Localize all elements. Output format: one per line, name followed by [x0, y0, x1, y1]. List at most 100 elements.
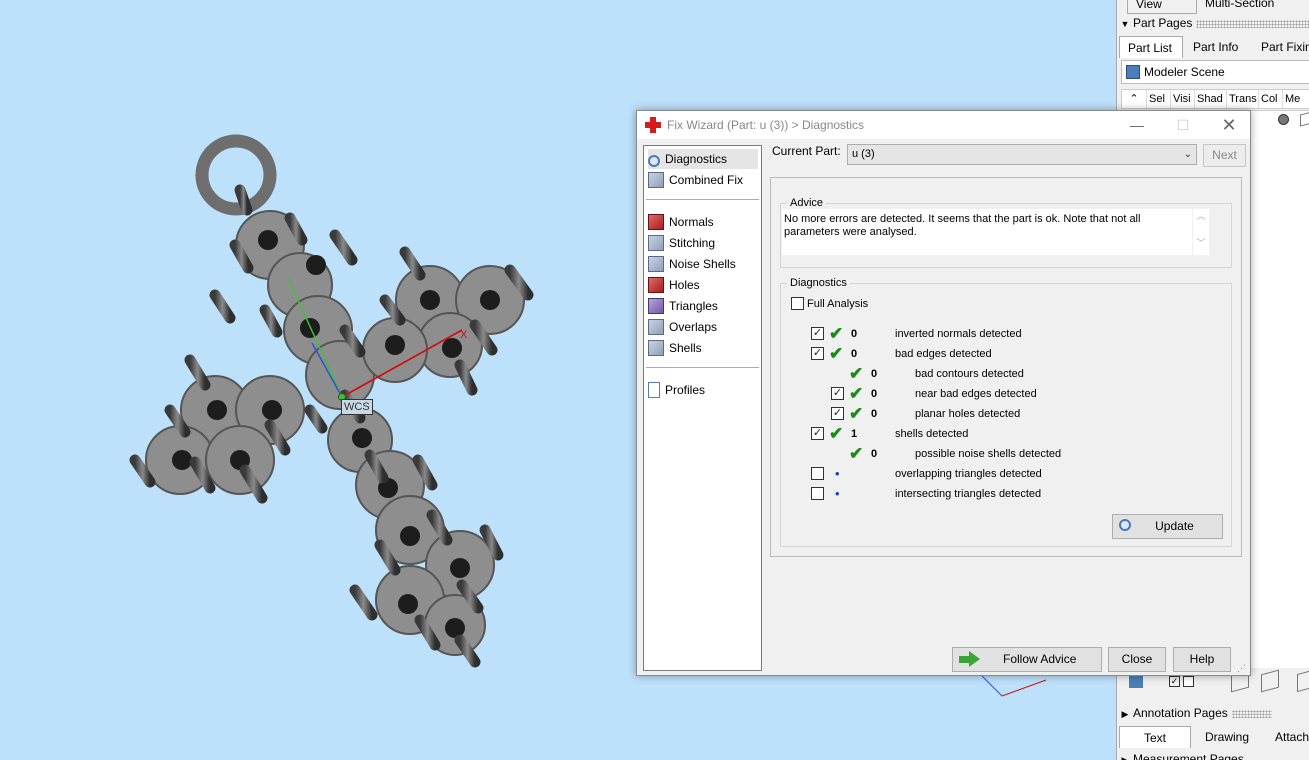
- part-pages-header[interactable]: ▼ Part Pages: [1117, 13, 1309, 33]
- triangles-cube-icon: [648, 298, 664, 314]
- diag-row-bad-edges: ✓ ✔ 0 bad edges detected: [811, 344, 992, 363]
- overlaps-cube-icon: [648, 319, 664, 335]
- stitching-cube-icon: [648, 235, 664, 251]
- diag-row-planar-holes: ✓ ✔ 0 planar holes detected: [831, 404, 1021, 423]
- red-cross-icon: [645, 117, 661, 133]
- cube-icon: [648, 172, 664, 188]
- green-check-icon: ✔: [849, 364, 864, 383]
- full-analysis-label: Full Analysis: [807, 298, 869, 310]
- diagnostics-group-label: Diagnostics: [787, 277, 850, 290]
- close-button[interactable]: Close: [1108, 647, 1166, 672]
- tab-part-fixing[interactable]: Part Fixing: [1253, 36, 1309, 58]
- solid-cube-icon[interactable]: [1261, 669, 1279, 693]
- scene-icon: [1126, 65, 1140, 79]
- row-checkbox[interactable]: ✓: [811, 327, 824, 340]
- color-dot-icon: [1278, 114, 1289, 125]
- axis-x-label: X: [460, 329, 468, 341]
- checked-box-icon[interactable]: ✓: [1169, 676, 1180, 687]
- green-check-icon: ✔: [849, 384, 864, 403]
- part-list-columns: ⌃ Sel Visi Shad Trans Col Me: [1121, 89, 1309, 109]
- expand-triangle-icon: ▶: [1121, 755, 1129, 760]
- nav-shells[interactable]: Shells: [648, 338, 758, 358]
- nav-stitching[interactable]: Stitching: [648, 233, 758, 253]
- row-checkbox[interactable]: [811, 467, 824, 480]
- diag-row-bad-contours: ✔ 0 bad contours detected: [849, 364, 1024, 383]
- axis-gizmo: [981, 675, 1047, 697]
- fix-wizard-dialog: Fix Wizard (Part: u (3)) > Diagnostics —…: [636, 110, 1251, 676]
- nav-overlaps[interactable]: Overlaps: [648, 317, 758, 337]
- minimize-button[interactable]: —: [1114, 111, 1160, 139]
- wizard-nav: Diagnostics Combined Fix Normals Stitchi…: [643, 145, 762, 671]
- help-button[interactable]: Help: [1173, 647, 1231, 672]
- row-checkbox[interactable]: [811, 487, 824, 500]
- green-check-icon: ✔: [849, 404, 864, 423]
- top-tab-row: View Multi-Section: [1117, 0, 1309, 14]
- scene-tree-root[interactable]: Modeler Scene: [1121, 60, 1309, 84]
- update-button[interactable]: Update: [1112, 514, 1223, 539]
- tab-attach[interactable]: Attach: [1267, 726, 1309, 748]
- green-check-icon: ✔: [829, 424, 844, 443]
- title-bar[interactable]: Fix Wizard (Part: u (3)) > Diagnostics —…: [637, 111, 1250, 139]
- diagnostics-panel: Advice No more errors are detected. It s…: [770, 177, 1242, 557]
- cross-model: X: [129, 134, 534, 668]
- follow-advice-button[interactable]: Follow Advice: [952, 647, 1102, 672]
- tab-view[interactable]: View: [1127, 0, 1197, 14]
- diag-row-shells: ✓ ✔ 1 shells detected: [811, 424, 969, 443]
- diag-row-inverted-normals: ✓ ✔ 0 inverted normals detected: [811, 324, 1022, 343]
- nav-holes[interactable]: Holes: [648, 275, 758, 295]
- row-checkbox[interactable]: ✓: [811, 347, 824, 360]
- tab-part-info[interactable]: Part Info: [1185, 36, 1255, 58]
- chevron-down-icon: ⌄: [1183, 149, 1192, 160]
- part-blue-icon[interactable]: [1129, 674, 1143, 688]
- current-part-label: Current Part:: [772, 144, 841, 158]
- green-check-icon: ✔: [829, 344, 844, 363]
- blue-dot-icon: •: [835, 486, 840, 501]
- annotation-pages-header[interactable]: ▶ Annotation Pages: [1117, 703, 1309, 723]
- resize-grip-icon[interactable]: ⋰: [1237, 663, 1246, 674]
- next-button[interactable]: Next: [1203, 144, 1246, 167]
- diag-row-near-bad-edges: ✓ ✔ 0 near bad edges detected: [831, 384, 1037, 403]
- current-part-select[interactable]: u (3) ⌄: [847, 144, 1197, 165]
- nav-profiles[interactable]: Profiles: [648, 380, 758, 400]
- blue-dot-icon: •: [835, 466, 840, 481]
- nav-noise-shells[interactable]: Noise Shells: [648, 254, 758, 274]
- normals-cube-icon: [648, 214, 664, 230]
- expand-triangle-icon: ▶: [1121, 709, 1129, 719]
- collapse-triangle-icon: ▼: [1120, 19, 1130, 29]
- row-checkbox[interactable]: ✓: [831, 387, 844, 400]
- green-check-icon: ✔: [829, 324, 844, 343]
- green-arrow-icon: [959, 651, 981, 668]
- unchecked-box-icon[interactable]: [1183, 676, 1194, 687]
- nav-normals[interactable]: Normals: [648, 212, 758, 232]
- close-window-button[interactable]: ✕: [1206, 111, 1252, 139]
- cube-outline-icon[interactable]: [1297, 669, 1309, 693]
- nav-triangles[interactable]: Triangles: [648, 296, 758, 316]
- shells-cube-icon: [648, 340, 664, 356]
- nav-combined-fix[interactable]: Combined Fix: [648, 170, 758, 190]
- diag-row-noise-shells: ✔ 0 possible noise shells detected: [849, 444, 1062, 463]
- diag-row-intersecting-triangles: • intersecting triangles detected: [771, 486, 1231, 502]
- tab-part-list[interactable]: Part List: [1119, 36, 1183, 58]
- row-checkbox[interactable]: ✓: [831, 407, 844, 420]
- nav-diagnostics[interactable]: Diagnostics: [648, 149, 758, 169]
- tab-multi-section[interactable]: Multi-Section: [1197, 0, 1309, 14]
- magnifier-icon: [648, 155, 660, 167]
- tab-drawing[interactable]: Drawing: [1197, 726, 1267, 748]
- full-analysis-checkbox[interactable]: [791, 297, 804, 310]
- advice-scrollbar[interactable]: ︿ ﹀: [1193, 209, 1209, 255]
- wcs-label: WCS: [341, 399, 373, 415]
- green-check-icon: ✔: [849, 444, 864, 463]
- dialog-title: Fix Wizard (Part: u (3)) > Diagnostics: [667, 118, 865, 132]
- tab-text[interactable]: Text: [1119, 726, 1191, 748]
- noise-shells-icon: [648, 256, 664, 272]
- document-icon: [648, 382, 660, 398]
- measurement-pages-header[interactable]: ▶ Measurement Pages: [1117, 749, 1309, 760]
- maximize-button[interactable]: ☐: [1160, 111, 1206, 139]
- magnifier-icon: [1119, 519, 1131, 531]
- holes-cube-icon: [648, 277, 664, 293]
- expand-icon: ⌃: [1129, 93, 1139, 105]
- mesh-cube-icon: [1300, 111, 1309, 127]
- diag-row-overlapping-triangles: • overlapping triangles detected: [771, 466, 1231, 482]
- row-checkbox[interactable]: ✓: [811, 427, 824, 440]
- advice-text: No more errors are detected. It seems th…: [782, 209, 1192, 255]
